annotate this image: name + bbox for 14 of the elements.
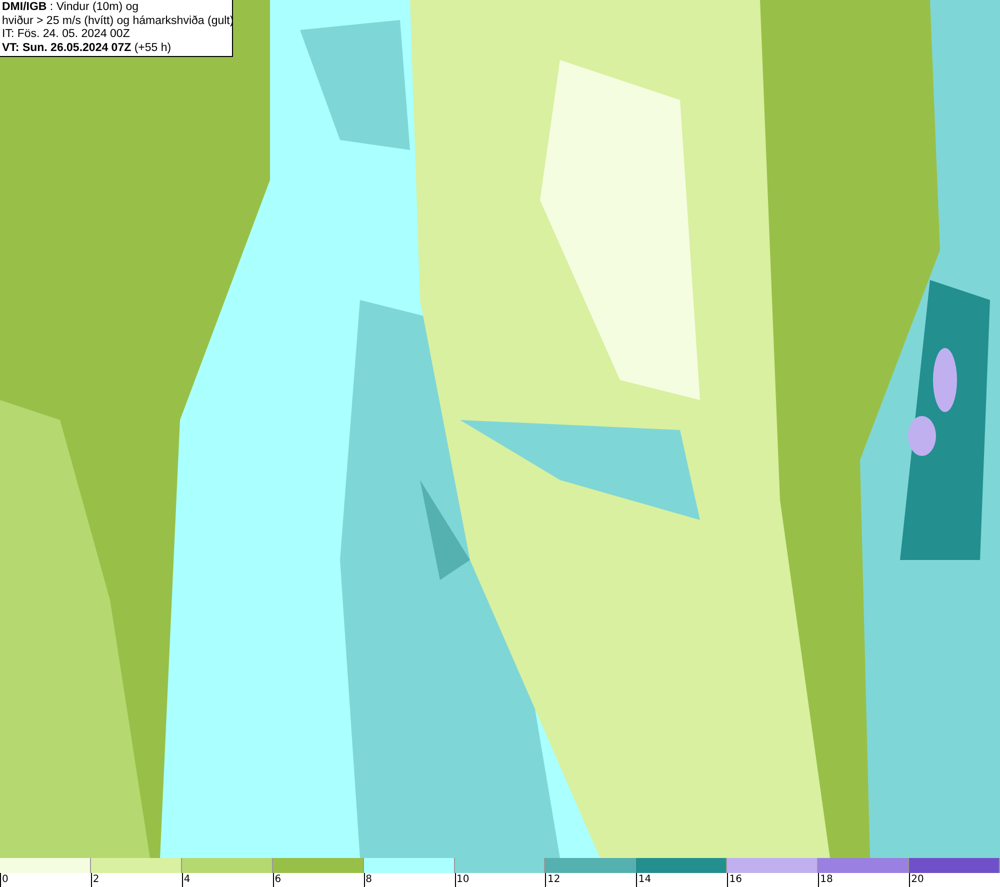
header-text: IT: Fös. 24. 05. 2024 00Z — [2, 28, 131, 42]
header-text: DMI/IGB : Vindur (10m) og — [2, 1, 140, 14]
legend-tick-label: 16 — [727, 873, 742, 887]
legend-tick-label: 4 — [182, 873, 190, 887]
legend-tick-label: 6 — [272, 873, 282, 887]
header-text: VT: Sun. 26.05.2024 07Z (+55 h) — [2, 42, 172, 55]
legend-tick-label: 14 — [636, 873, 652, 887]
legend-tick-label: 2 — [90, 873, 100, 887]
legend-tick-label: 10 — [454, 873, 470, 887]
legend-tick-label: 20 — [909, 873, 924, 887]
legend-tick-label: 0 — [0, 873, 8, 887]
legend-tick-label: 18 — [818, 873, 833, 887]
legend-tick-label: 12 — [545, 873, 560, 887]
legend-tick-label: 8 — [364, 873, 372, 887]
